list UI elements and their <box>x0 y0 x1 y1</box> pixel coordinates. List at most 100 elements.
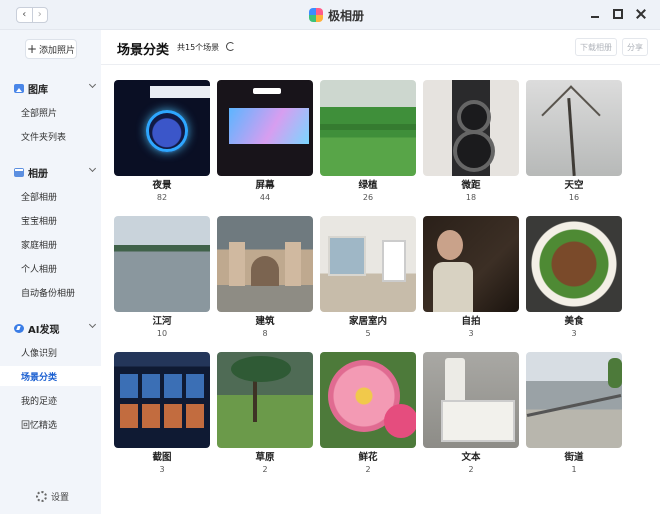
scene-name: 微距 <box>461 180 481 191</box>
scene-card-macro[interactable]: 微距 18 <box>423 80 519 203</box>
sidebar-item-my-footprints[interactable]: 我的足迹 <box>0 390 101 410</box>
scene-card-street[interactable]: 街道 1 <box>526 352 622 475</box>
scene-name: 夜景 <box>152 180 172 191</box>
section-albums-title: 相册 <box>28 168 48 180</box>
sidebar-item-all-albums[interactable]: 全部相册 <box>0 186 101 206</box>
page-title: 场景分类 <box>117 43 170 58</box>
scene-card-meadow[interactable]: 草原 2 <box>217 352 313 475</box>
scene-card-plants[interactable]: 绿植 26 <box>320 80 416 203</box>
scene-card-selfie[interactable]: 自拍 3 <box>423 216 519 339</box>
share-button[interactable]: 分享 <box>622 38 648 56</box>
section-gallery-title: 图库 <box>28 84 48 96</box>
scene-card-flowers[interactable]: 鲜花 2 <box>320 352 416 475</box>
window-controls <box>590 9 646 19</box>
header-divider <box>101 64 660 65</box>
scene-thumbnail[interactable] <box>217 216 313 312</box>
sidebar-item-family-album[interactable]: 家庭相册 <box>0 234 101 254</box>
scene-thumbnail[interactable] <box>526 80 622 176</box>
scene-thumbnail[interactable] <box>526 352 622 448</box>
scene-thumbnail[interactable] <box>320 216 416 312</box>
sidebar-item-auto-backup-album[interactable]: 自动备份相册 <box>0 282 101 302</box>
sidebar-item-all-photos[interactable]: 全部照片 <box>0 102 101 122</box>
scene-name: 自拍 <box>461 316 481 327</box>
scene-thumbnail[interactable] <box>114 216 210 312</box>
scene-name: 文本 <box>461 452 481 463</box>
maximize-icon[interactable] <box>613 9 623 19</box>
scene-card-interior[interactable]: 家居室内 5 <box>320 216 416 339</box>
section-ai-discover[interactable]: AI发现 <box>0 318 101 338</box>
scene-count-value: 3 <box>468 329 474 338</box>
scene-card-screen[interactable]: 屏幕 44 <box>217 80 313 203</box>
settings-button[interactable]: 设置 <box>36 490 69 503</box>
download-album-button[interactable]: 下载相册 <box>575 38 617 56</box>
add-photos-button[interactable]: + 添加照片 <box>25 39 77 59</box>
gear-icon <box>36 491 47 502</box>
scene-card-night[interactable]: 夜景 82 <box>114 80 210 203</box>
scene-name: 街道 <box>564 452 584 463</box>
main-content: 场景分类 共15个场景 下载相册 分享 夜景 82 屏幕 44 绿植 26 微距… <box>101 30 660 514</box>
close-icon[interactable] <box>636 9 646 19</box>
scene-count: 共15个场景 <box>177 43 220 52</box>
scene-card-food[interactable]: 美食 3 <box>526 216 622 339</box>
minimize-icon[interactable] <box>590 9 600 19</box>
scene-count-value: 82 <box>156 193 168 202</box>
scene-thumbnail[interactable] <box>114 352 210 448</box>
app-title: 极相册 <box>309 6 364 24</box>
scene-count-value: 2 <box>468 465 474 474</box>
scene-count-value: 8 <box>262 329 268 338</box>
scene-count-value: 16 <box>568 193 580 202</box>
scene-card-river[interactable]: 江河 10 <box>114 216 210 339</box>
scene-thumbnail[interactable] <box>320 352 416 448</box>
scene-thumbnail[interactable] <box>423 352 519 448</box>
chevron-down-icon <box>88 164 97 173</box>
scene-name: 截图 <box>152 452 172 463</box>
gallery-icon <box>14 83 24 93</box>
section-albums[interactable]: 相册 <box>0 162 101 182</box>
chevron-down-icon <box>88 320 97 329</box>
scene-card-screenshot[interactable]: 截图 3 <box>114 352 210 475</box>
scene-count-value: 44 <box>259 193 271 202</box>
app-title-text: 极相册 <box>328 8 365 23</box>
sidebar-item-personal-album[interactable]: 个人相册 <box>0 258 101 278</box>
scene-count-value: 5 <box>365 329 371 338</box>
scene-thumbnail[interactable] <box>217 352 313 448</box>
scene-count-value: 1 <box>571 465 577 474</box>
section-ai-title: AI发现 <box>28 324 60 336</box>
settings-label: 设置 <box>51 493 70 503</box>
scene-count-value: 10 <box>156 329 168 338</box>
section-gallery[interactable]: 图库 <box>0 78 101 98</box>
sidebar-item-face-recognition[interactable]: 人像识别 <box>0 342 101 362</box>
scene-card-text[interactable]: 文本 2 <box>423 352 519 475</box>
sidebar: + 添加照片 图库 全部照片 文件夹列表 相册 全部相册 宝宝相册 家庭相册 个… <box>0 30 101 514</box>
scene-thumbnail[interactable] <box>320 80 416 176</box>
scene-count-value: 3 <box>571 329 577 338</box>
scene-thumbnail[interactable] <box>423 80 519 176</box>
scene-card-architecture[interactable]: 建筑 8 <box>217 216 313 339</box>
scene-name: 草原 <box>255 452 275 463</box>
scene-thumbnail[interactable] <box>114 80 210 176</box>
scene-thumbnail[interactable] <box>217 80 313 176</box>
scene-name: 天空 <box>564 180 584 191</box>
scene-card-sky[interactable]: 天空 16 <box>526 80 622 203</box>
scene-count-value: 18 <box>465 193 477 202</box>
album-icon <box>14 167 24 177</box>
scene-name: 屏幕 <box>255 180 275 191</box>
scene-count-value: 26 <box>362 193 374 202</box>
scene-count-value: 3 <box>159 465 165 474</box>
back-button[interactable]: ‹ <box>17 8 32 22</box>
refresh-icon[interactable] <box>226 42 235 51</box>
sidebar-item-memories[interactable]: 回忆精选 <box>0 414 101 434</box>
sidebar-item-baby-album[interactable]: 宝宝相册 <box>0 210 101 230</box>
scene-name: 鲜花 <box>358 452 378 463</box>
scene-name: 美食 <box>564 316 584 327</box>
scene-name: 绿植 <box>358 180 378 191</box>
sidebar-item-folder-list[interactable]: 文件夹列表 <box>0 126 101 146</box>
forward-button[interactable]: › <box>31 8 48 22</box>
add-photos-label: 添加照片 <box>39 45 76 56</box>
plus-icon: + <box>26 42 38 56</box>
scene-thumbnail[interactable] <box>526 216 622 312</box>
ai-discover-icon <box>14 323 24 333</box>
sidebar-item-scene-classification[interactable]: 场景分类 <box>0 366 101 386</box>
scene-thumbnail[interactable] <box>423 216 519 312</box>
scene-count-value: 2 <box>262 465 268 474</box>
